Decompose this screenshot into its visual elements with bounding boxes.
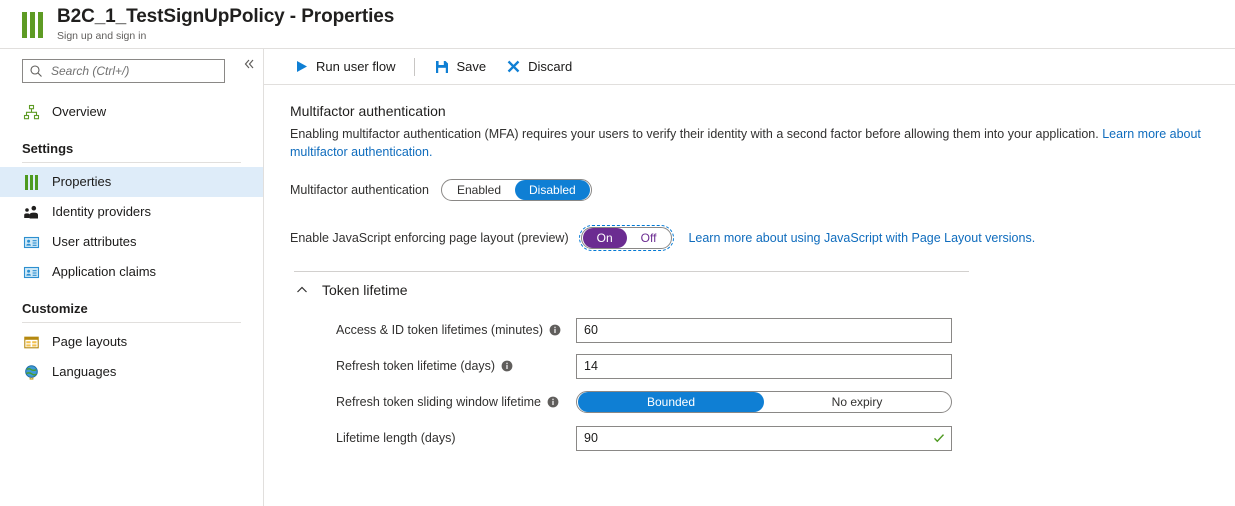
refresh-token-lifetime-input[interactable] (576, 353, 952, 379)
info-icon[interactable] (547, 396, 559, 408)
search-icon (30, 65, 42, 77)
policy-bars-icon (22, 12, 43, 38)
javascript-choice-group[interactable]: On Off (578, 225, 675, 251)
chevron-up-icon (294, 282, 310, 298)
play-icon (294, 59, 309, 74)
sidebar-item-label: User attributes (52, 234, 137, 249)
access-id-token-lifetime-input-wrap (576, 317, 952, 343)
save-floppy-icon (434, 59, 449, 74)
search-row (0, 59, 263, 83)
sidebar-item-label: Page layouts (52, 334, 128, 349)
sidebar-item-label: Languages (52, 364, 117, 379)
lifetime-length-input[interactable] (576, 425, 952, 451)
body-wrapper: Overview Settings Properties (0, 48, 1235, 506)
sidebar-item-identity-providers[interactable]: Identity providers (0, 197, 263, 227)
sidebar-item-page-layouts[interactable]: Page layouts (0, 327, 263, 357)
run-user-flow-label: Run user flow (316, 59, 396, 74)
sidebar-item-application-claims[interactable]: Application claims (0, 257, 263, 287)
mfa-description: Enabling multifactor authentication (MFA… (290, 125, 1215, 161)
sidebar-divider (22, 162, 241, 163)
sidebar-item-label: Overview (52, 104, 107, 119)
application-claims-card-icon (22, 263, 40, 281)
sidebar-item-languages[interactable]: Languages (0, 357, 263, 387)
languages-globe-icon (22, 363, 40, 381)
refresh-token-sliding-window-label: Refresh token sliding window lifetime (336, 395, 576, 409)
sidebar-item-label: Identity providers (52, 204, 151, 219)
refresh-token-lifetime-row: Refresh token lifetime (days) (336, 348, 1215, 384)
page-header: B2C_1_TestSignUpPolicy - Properties Sign… (0, 0, 1235, 48)
command-toolbar: Run user flow Save Discard (264, 49, 1235, 85)
sidebar-item-user-attributes[interactable]: User attributes (0, 227, 263, 257)
javascript-toggle-row: Enable JavaScript enforcing page layout … (290, 225, 1215, 251)
page-layouts-grid-icon (22, 333, 40, 351)
header-text-block: B2C_1_TestSignUpPolicy - Properties Sign… (57, 6, 394, 43)
refresh-token-sliding-window-row: Refresh token sliding window lifetime Bo… (336, 384, 1215, 420)
properties-bars-icon (22, 173, 40, 191)
access-id-token-lifetime-label: Access & ID token lifetimes (minutes) (336, 323, 576, 337)
sidebar-item-label: Application claims (52, 264, 157, 279)
token-lifetime-section-header[interactable]: Token lifetime (290, 272, 965, 312)
info-icon[interactable] (549, 324, 561, 336)
toolbar-separator (414, 57, 416, 76)
page-title: B2C_1_TestSignUpPolicy - Properties (57, 5, 395, 27)
refresh-token-lifetime-label: Refresh token lifetime (days) (336, 359, 576, 373)
search-box[interactable] (22, 59, 225, 83)
javascript-field-label: Enable JavaScript enforcing page layout … (290, 231, 569, 245)
sidebar-group-settings: Settings (22, 141, 74, 156)
discard-label: Discard (528, 59, 573, 74)
sidebar-item-properties[interactable]: Properties (0, 167, 263, 197)
overview-hierarchy-icon (22, 103, 40, 121)
sidebar-group-customize: Customize (22, 301, 88, 316)
token-lifetime-fields: Access & ID token lifetimes (minutes) 60… (290, 312, 1215, 456)
sidebar-item-label: Properties (52, 174, 112, 189)
sidebar-item-overview[interactable]: Overview (0, 97, 263, 127)
identity-providers-icon (22, 203, 40, 221)
page-subtitle: Sign up and sign in (57, 29, 147, 42)
lifetime-length-input-wrap (576, 425, 952, 451)
run-user-flow-button[interactable]: Run user flow (284, 53, 405, 81)
info-icon[interactable] (501, 360, 513, 372)
content-area: Multifactor authentication Enabling mult… (264, 85, 1235, 506)
sliding-window-option-bounded[interactable]: Bounded (578, 392, 764, 412)
sliding-window-choice-group[interactable]: Bounded No expiry (576, 391, 952, 413)
discard-button[interactable]: Discard (496, 53, 582, 81)
mfa-option-disabled[interactable]: Disabled (515, 180, 590, 200)
sidebar-nav: Overview Settings Properties Identity pr… (0, 97, 263, 387)
mfa-choice-group[interactable]: Enabled Disabled (440, 179, 592, 201)
mfa-option-enabled[interactable]: Enabled (443, 180, 515, 200)
close-x-icon (506, 59, 521, 74)
save-label: Save (456, 59, 487, 74)
javascript-learn-more-link[interactable]: Learn more about using JavaScript with P… (688, 231, 1035, 245)
refresh-token-lifetime-input-wrap (576, 353, 952, 379)
javascript-option-off[interactable]: Off (627, 228, 671, 248)
access-id-token-lifetime-input[interactable] (576, 317, 952, 343)
mfa-field-label: Multifactor authentication (290, 183, 429, 197)
sidebar-divider (22, 322, 241, 323)
javascript-option-on[interactable]: On (582, 228, 627, 248)
chevron-double-left-icon[interactable] (241, 57, 257, 73)
main-panel: Run user flow Save Discard Multifactor a… (264, 49, 1235, 506)
save-button[interactable]: Save (424, 53, 496, 81)
chevron-double-left-glyph (244, 59, 254, 69)
sliding-window-option-no-expiry[interactable]: No expiry (764, 392, 950, 412)
token-lifetime-title: Token lifetime (322, 282, 408, 298)
lifetime-length-label: Lifetime length (days) (336, 431, 456, 445)
user-attributes-card-icon (22, 233, 40, 251)
access-id-token-lifetime-row: Access & ID token lifetimes (minutes) (336, 312, 1215, 348)
mfa-description-text: Enabling multifactor authentication (MFA… (290, 127, 1103, 141)
search-input[interactable] (49, 63, 218, 79)
sidebar: Overview Settings Properties (0, 49, 264, 506)
lifetime-length-row: Lifetime length (days) (336, 420, 1215, 456)
mfa-section-title: Multifactor authentication (290, 103, 446, 119)
mfa-toggle-row: Multifactor authentication Enabled Disab… (290, 179, 1215, 201)
